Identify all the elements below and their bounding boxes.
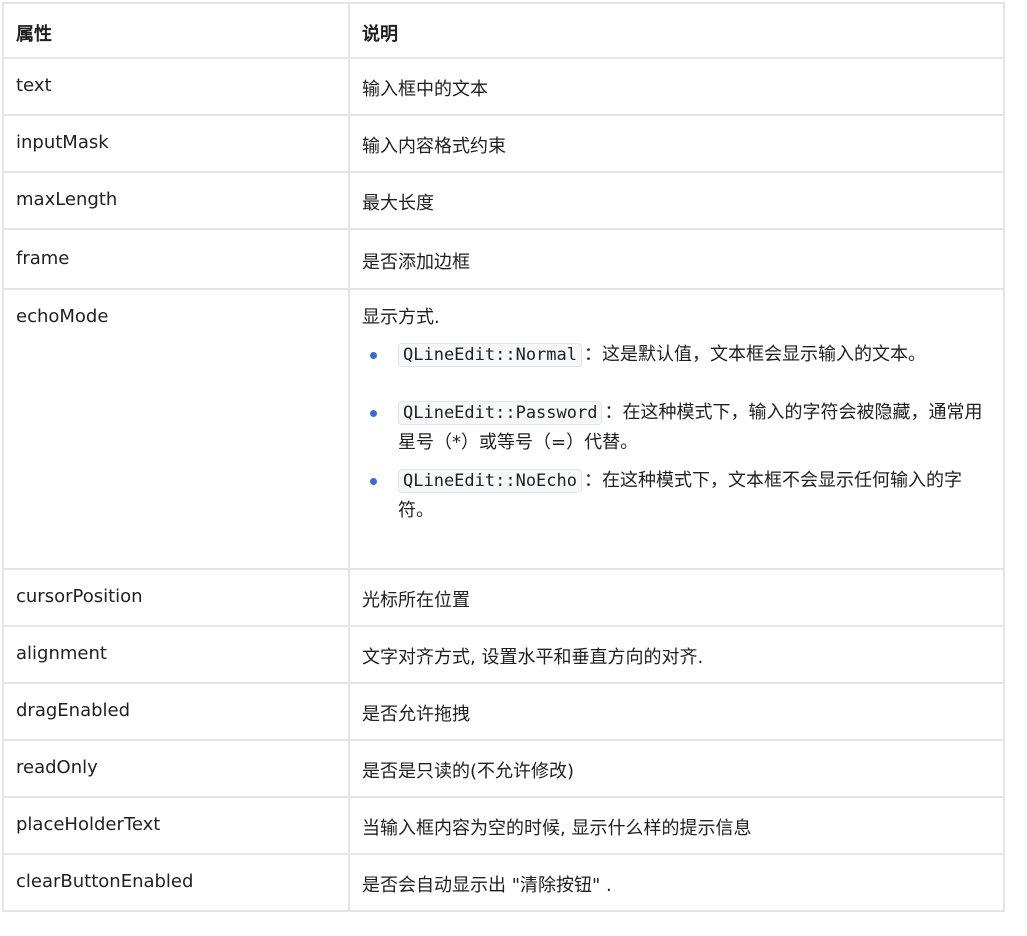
property-name: frame (2, 228, 350, 290)
property-description: 是否添加边框 (348, 228, 1005, 290)
table-row: text 输入框中的文本 (2, 57, 1005, 116)
code-password: QLineEdit::Password (398, 401, 603, 425)
table-row: cursorPosition 光标所在位置 (2, 568, 1005, 627)
property-name: cursorPosition (2, 568, 350, 627)
page: 属性 说明 text 输入框中的文本 inputMask 输入内容格式约束 ma… (2, 2, 1005, 912)
property-name: maxLength (2, 171, 350, 230)
table-row: readOnly 是否是只读的(不允许修改) (2, 739, 1005, 798)
bullet-icon (370, 478, 377, 485)
code-noecho: QLineEdit::NoEcho (398, 469, 582, 493)
list-item: QLineEdit::NoEcho ：在这种模式下，文本框不会显示任何输入的字符。 (362, 466, 991, 526)
table-row: alignment 文字对齐方式, 设置水平和垂直方向的对齐. (2, 625, 1005, 684)
property-name: alignment (2, 625, 350, 684)
table-row: placeHolderText 当输入框内容为空的时候, 显示什么样的提示信息 (2, 796, 1005, 855)
properties-table: 属性 说明 text 输入框中的文本 inputMask 输入内容格式约束 ma… (2, 2, 1005, 912)
mode-normal-text: ：这是默认值，文本框会显示输入的文本。 (584, 344, 926, 365)
list-item: QLineEdit::Password ：在这种模式下，输入的字符会被隐藏，通常用… (362, 398, 991, 458)
table-row: frame 是否添加边框 (2, 228, 1005, 290)
property-description: 输入内容格式约束 (348, 114, 1005, 173)
table-row: dragEnabled 是否允许拖拽 (2, 682, 1005, 741)
table-row: maxLength 最大长度 (2, 171, 1005, 230)
list-item: QLineEdit::Normal ：这是默认值，文本框会显示输入的文本。 (362, 340, 991, 370)
bullet-icon (370, 410, 377, 417)
property-name: placeHolderText (2, 796, 350, 855)
table-row: inputMask 输入内容格式约束 (2, 114, 1005, 173)
property-description-echomode: 显示方式. QLineEdit::Normal ：这是默认值，文本框会显示输入的文… (348, 288, 1005, 570)
table-row-echomode: echoMode 显示方式. QLineEdit::Normal ：这是默认值，文… (2, 288, 1005, 570)
header-description: 说明 (348, 2, 1005, 59)
property-description: 是否会自动显示出 "清除按钮" . (348, 853, 1005, 912)
property-description: 输入框中的文本 (348, 57, 1005, 116)
property-name: text (2, 57, 350, 116)
property-description: 是否是只读的(不允许修改) (348, 739, 1005, 798)
property-name: dragEnabled (2, 682, 350, 741)
property-name: clearButtonEnabled (2, 853, 350, 912)
echomode-list: QLineEdit::Normal ：这是默认值，文本框会显示输入的文本。 QLi… (362, 340, 991, 526)
property-description: 当输入框内容为空的时候, 显示什么样的提示信息 (348, 796, 1005, 855)
property-description: 最大长度 (348, 171, 1005, 230)
echomode-intro: 显示方式. (362, 307, 440, 328)
property-description: 是否允许拖拽 (348, 682, 1005, 741)
property-name: echoMode (2, 288, 350, 570)
table-row: clearButtonEnabled 是否会自动显示出 "清除按钮" . (2, 853, 1005, 912)
code-normal: QLineEdit::Normal (398, 343, 582, 367)
bullet-icon (370, 352, 377, 359)
property-name: readOnly (2, 739, 350, 798)
table-header-row: 属性 说明 (2, 2, 1005, 59)
property-description: 文字对齐方式, 设置水平和垂直方向的对齐. (348, 625, 1005, 684)
property-description: 光标所在位置 (348, 568, 1005, 627)
property-name: inputMask (2, 114, 350, 173)
header-property: 属性 (2, 2, 350, 59)
